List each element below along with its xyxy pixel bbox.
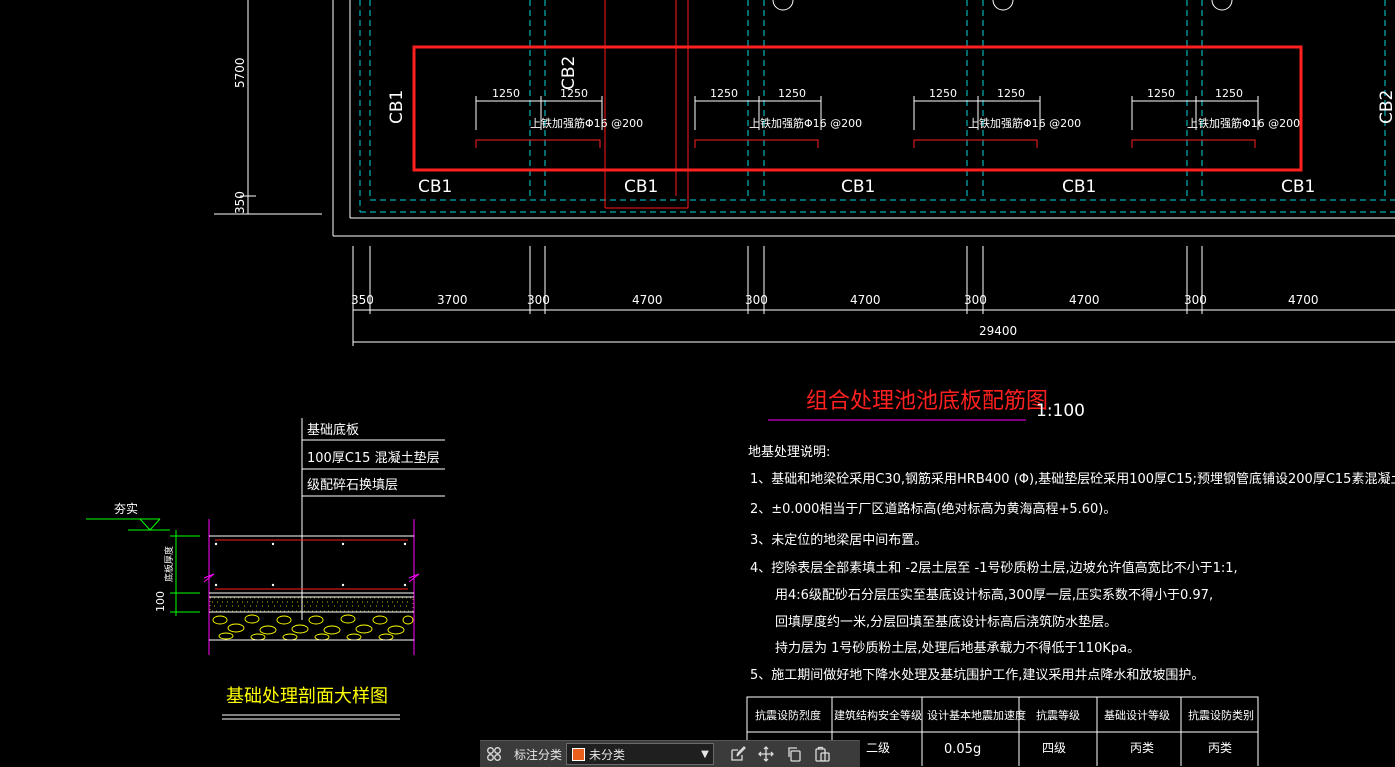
base-slab — [208, 519, 415, 655]
gravel-fill-layer — [209, 614, 414, 641]
dim-seg-4700: 4700 — [632, 293, 663, 307]
beam-label-cb1-vertical: CB1 — [387, 90, 407, 124]
compact-label: 夯实 — [114, 501, 138, 516]
rebar-dim-1250: 1250 — [1215, 87, 1243, 100]
rebar-dim-1250: 1250 — [997, 87, 1025, 100]
dim-seg-4700: 4700 — [1069, 293, 1100, 307]
dim-seg-350: 350 — [351, 293, 374, 307]
dim-seg-300: 300 — [527, 293, 550, 307]
table-header-cell: 基础设计等级 — [1104, 708, 1170, 722]
rebar-note: 上铁加强筋Φ16 @200 — [530, 116, 643, 130]
ground-line — [86, 518, 170, 531]
beam-label-cb2-edge: CB2 — [1377, 90, 1395, 124]
beam-label-cb2-vertical: CB2 — [559, 56, 579, 90]
category-color-swatch — [572, 747, 586, 761]
dim-seg-3700: 3700 — [437, 293, 468, 307]
note-line-8: 5、施工期间做好地下降水处理及基坑围护工作,建议采用井点降水和放坡围护。 — [750, 668, 1204, 683]
grid-icon[interactable] — [484, 744, 504, 764]
left-vertical-dimension — [214, 0, 322, 215]
note-line-4: 4、挖除表层全部素填土和 -2层土层至 -1号砂质粉土层,边坡允许值高宽比不小于… — [750, 560, 1238, 576]
dim-seg-300: 300 — [964, 293, 987, 307]
table-header-cell: 设计基本地震加速度 — [927, 708, 1026, 722]
dim-seg-4700: 4700 — [850, 293, 881, 307]
rebar-dim-1250: 1250 — [492, 87, 520, 100]
rebar-dim-1250: 1250 — [1147, 87, 1175, 100]
table-value-cell: 丙类 — [1130, 741, 1154, 755]
cyan-beam-lines — [359, 0, 1395, 213]
foundation-notes: 地基处理说明: 1、基础和地梁砼采用C30,钢筋采用HRB400 (Φ),基础垫… — [748, 445, 1395, 683]
beam-label-cb1: CB1 — [1062, 177, 1096, 197]
move-icon[interactable] — [756, 744, 776, 764]
dim-350-label: 350 — [233, 191, 247, 214]
dim-seg-4700: 4700 — [1288, 293, 1319, 307]
table-header-cell: 抗震设防烈度 — [755, 708, 821, 722]
category-label: 标注分类 — [514, 747, 563, 762]
rebar-dim-1250: 1250 — [929, 87, 957, 100]
note-line-5: 用4:6级配砂石分层压实至基底设计标高,300厚一层,压实系数不得小于0.97, — [775, 587, 1213, 603]
rebar-note: 上铁加强筋Φ16 @200 — [968, 116, 1081, 130]
rebar-dim-1250: 1250 — [710, 87, 738, 100]
dim-5700-label: 5700 — [233, 57, 247, 88]
dim-100-label: 100 — [154, 591, 167, 612]
note-line-2: 2、±0.000相当于厂区道路标高(绝对标高为黄海高程+5.60)。 — [750, 501, 1116, 517]
dim-total-29400: 29400 — [979, 324, 1017, 338]
section-title-underline — [222, 714, 400, 720]
drawing-title: 组合处理池池底板配筋图 — [806, 389, 1048, 414]
beam-label-cb1: CB1 — [1281, 177, 1315, 197]
note-line-6: 回填厚度约一米,分层回填至基底设计标高后浇筑防水垫层。 — [775, 614, 1117, 630]
category-dropdown-value: 未分类 — [589, 747, 626, 762]
note-line-1: 1、基础和地梁砼采用C30,钢筋采用HRB400 (Φ),基础垫层砼采用100厚… — [750, 471, 1395, 487]
table-value-cell: 丙类 — [1208, 741, 1232, 755]
dim-seg-300: 300 — [745, 293, 768, 307]
dim-seg-300: 300 — [1184, 293, 1207, 307]
notes-heading: 地基处理说明: — [748, 445, 830, 460]
beam-label-cb1: CB1 — [841, 177, 875, 197]
annotation-toolbar: 标注分类 未分类 ▼ — [480, 740, 860, 767]
table-value-cell: 四级 — [1042, 741, 1066, 755]
section-layer-label: 基础底板 — [307, 422, 359, 438]
section-label-leader — [301, 418, 445, 620]
drawing-scale: 1:100 — [1036, 401, 1085, 421]
table-value-cell: 0.05g — [944, 742, 981, 757]
c15-cushion-layer — [209, 596, 414, 613]
section-layer-label: 级配碎石换填层 — [307, 478, 398, 493]
category-dropdown[interactable]: 未分类 ▼ — [566, 743, 715, 765]
break-markers — [203, 573, 420, 583]
beam-label-cb1: CB1 — [624, 177, 658, 197]
note-line-3: 3、未定位的地梁居中间布置。 — [750, 532, 927, 548]
rebar-note: 上铁加强筋Φ16 @200 — [749, 116, 862, 130]
table-header-cell: 抗震等级 — [1036, 708, 1080, 722]
rebar-dim-1250: 1250 — [778, 87, 806, 100]
chevron-down-icon: ▼ — [701, 748, 709, 760]
cad-drawing-canvas[interactable]: 5700 350 CB1 CB2 CB2 CB1 CB1 CB1 CB1 CB1… — [0, 0, 1395, 766]
dim-depth-label: 底板厚度 — [163, 546, 175, 582]
beam-label-cb1: CB1 — [418, 177, 452, 197]
table-header-cell: 建筑结构安全等级 — [834, 708, 922, 722]
selection-highlight-box[interactable] — [412, 45, 1303, 172]
axis-circle-markers — [772, 0, 1233, 11]
paste-icon[interactable] — [812, 744, 832, 764]
note-line-7: 持力层为 1号砂质粉土层,处理后地基承载力不得低于110Kpa。 — [775, 640, 1140, 656]
section-layer-label: 100厚C15 混凝土垫层 — [307, 450, 440, 466]
table-header-cell: 抗震设防类别 — [1188, 708, 1254, 722]
rebar-note: 上铁加强筋Φ16 @200 — [1187, 116, 1300, 130]
edit-icon[interactable] — [728, 744, 748, 764]
rebar-dim-1250: 1250 — [560, 87, 588, 100]
copy-icon[interactable] — [784, 744, 804, 764]
section-title: 基础处理剖面大样图 — [226, 686, 388, 707]
table-value-cell: 二级 — [866, 741, 890, 755]
